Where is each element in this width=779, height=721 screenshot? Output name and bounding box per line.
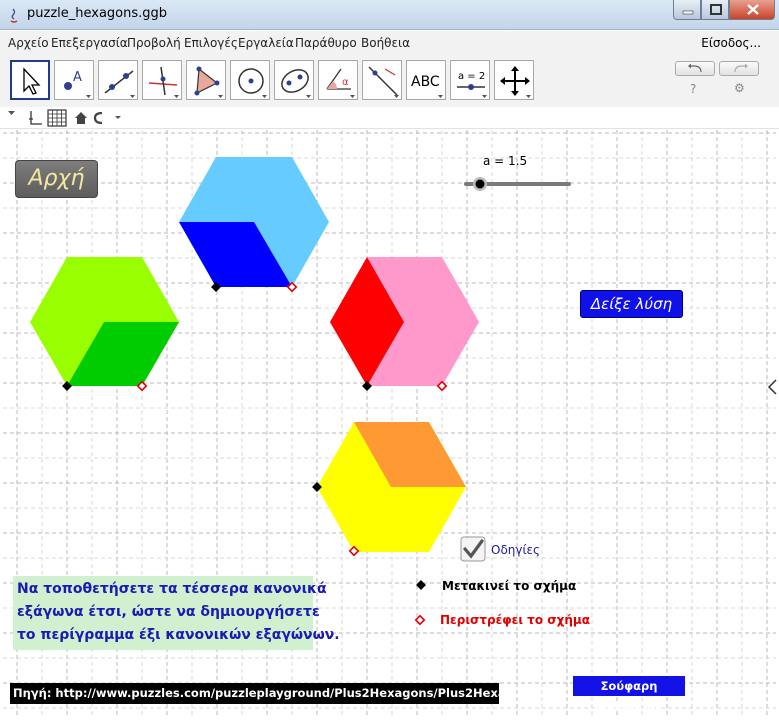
point-capture-icon: [93, 111, 103, 125]
window-title: puzzle_hexagons.ggb: [27, 6, 168, 21]
perpendicular-line-tool-button[interactable]: [142, 60, 182, 100]
move-graphics-tool-button[interactable]: [494, 60, 534, 100]
start-button[interactable]: Αρχή: [15, 160, 98, 198]
polygon-icon: [194, 66, 223, 98]
maximize-icon: [710, 4, 722, 15]
instructions-checkbox[interactable]: [460, 536, 486, 562]
undo-icon: [688, 63, 702, 73]
show-solution-button[interactable]: Δείξε λύση: [580, 290, 683, 318]
source-label: Πηγή: http://www.puzzles.com/puzzleplayg…: [10, 683, 499, 704]
undo-button[interactable]: [675, 61, 715, 76]
legend-moves-text: Μετακινεί το σχήμα: [442, 579, 577, 593]
line-icon: [104, 70, 135, 98]
style-bar: [0, 107, 779, 129]
home-icon: [75, 112, 87, 124]
menu-bar: Αρχείο Επεξεργασία Προβολή Επιλογές Εργα…: [0, 31, 779, 55]
help-icon[interactable]: ?: [690, 82, 696, 96]
point-icon: A: [64, 70, 91, 98]
ellipse-icon: [281, 69, 311, 98]
author-label: Σούφαρη Αθανασία: [573, 676, 685, 713]
menu-edit[interactable]: Επεξεργασία: [51, 36, 128, 50]
instructions-checkbox-label[interactable]: Οδηγίες: [491, 543, 540, 557]
task-line: Να τοποθετήσετε τα τέσσερα κανονικά: [17, 581, 327, 597]
menu-view[interactable]: Προβολή: [127, 36, 181, 50]
svg-text:a = 2: a = 2: [458, 71, 485, 82]
style-bar-icons: [8, 109, 121, 127]
point-tool-button[interactable]: A: [54, 60, 94, 100]
grid-icon: [47, 109, 67, 127]
close-icon: [747, 4, 759, 15]
line-tool-button[interactable]: [98, 60, 138, 100]
svg-text:ABC: ABC: [411, 74, 440, 90]
menu-help[interactable]: Βοήθεια: [361, 36, 410, 50]
slider-tool-button[interactable]: a = 2: [450, 60, 490, 100]
menu-tools[interactable]: Εργαλεία: [238, 36, 294, 50]
menu-options[interactable]: Επιλογές: [184, 36, 238, 50]
perpendicular-line-icon: [148, 66, 179, 98]
menu-file[interactable]: Αρχείο: [8, 36, 49, 50]
slider-label: a = 1.5: [483, 154, 528, 168]
svg-text:A: A: [73, 70, 82, 85]
angle-tool-button[interactable]: α: [318, 60, 358, 100]
task-line: εξάγωνα έτσι, ώστε να δημιουργήσετε: [17, 604, 320, 620]
collapse-triangle-icon: [8, 111, 15, 115]
redo-button[interactable]: [719, 61, 759, 76]
dropdown-chevron-icon: [115, 116, 121, 119]
circle-tool-button[interactable]: [230, 60, 270, 100]
svg-text:α: α: [342, 77, 349, 88]
slider-icon: a = 2: [457, 71, 487, 98]
reflect-line-icon: [368, 66, 399, 98]
polygon-tool-button[interactable]: [186, 60, 226, 100]
close-button[interactable]: [729, 0, 775, 20]
text-icon: ABC: [411, 74, 443, 98]
login-link[interactable]: Είσοδος...: [701, 36, 761, 50]
legend-rotates-text: Περιστρέφει το σχήμα: [440, 613, 590, 627]
minimize-button[interactable]: [673, 0, 701, 20]
task-line: το περίγραμμα έξι κανονικών εξαγώνων.: [17, 627, 340, 643]
move-tool-button[interactable]: [10, 60, 50, 100]
toolbar: A α ABC a = 2 ? ⚙: [0, 55, 779, 107]
window-title-bar: puzzle_hexagons.ggb: [0, 0, 779, 30]
arrow-cursor-icon: [23, 67, 41, 95]
angle-icon: α: [326, 68, 355, 98]
java-app-icon: [10, 8, 18, 23]
reflect-tool-button[interactable]: [362, 60, 402, 100]
text-tool-button[interactable]: ABC: [406, 60, 446, 100]
gear-icon[interactable]: ⚙: [734, 81, 745, 95]
move-view-icon: [500, 66, 531, 98]
maximize-button[interactable]: [701, 0, 729, 20]
conic-tool-button[interactable]: [274, 60, 314, 100]
task-instructions: Να τοποθετήσετε τα τέσσερα κανονικά εξάγ…: [13, 576, 340, 650]
redo-icon: [734, 63, 748, 73]
menu-window[interactable]: Παράθυρο: [295, 36, 357, 50]
axes-icon: [29, 111, 42, 125]
minimize-icon: [682, 10, 694, 15]
circle-icon: [238, 68, 267, 98]
